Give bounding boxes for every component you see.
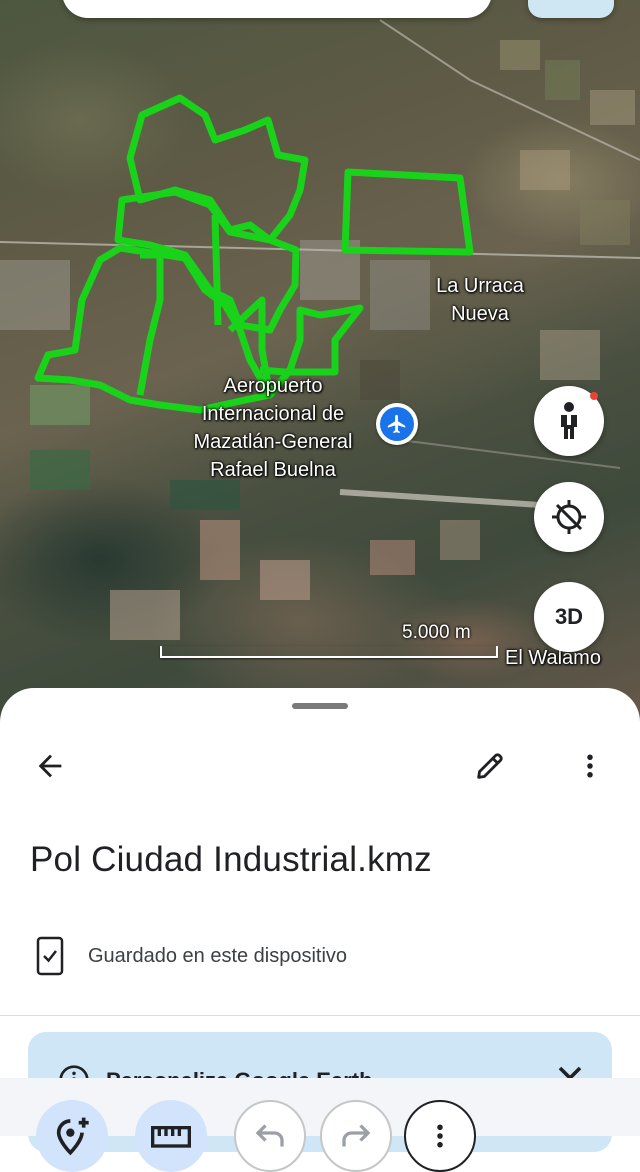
- bottom-sheet: Pol Ciudad Industrial.kmz Guardado en es…: [0, 688, 640, 1152]
- sheet-drag-handle[interactable]: [292, 703, 348, 709]
- redo-icon: [342, 1124, 371, 1147]
- add-placemark-button[interactable]: [36, 1100, 108, 1172]
- street-view-button[interactable]: [534, 386, 604, 456]
- more-options-button[interactable]: [566, 742, 614, 790]
- arrow-left-icon: [38, 754, 62, 778]
- measure-button[interactable]: [135, 1100, 207, 1172]
- more-vert-icon: [437, 1124, 443, 1148]
- layers-card[interactable]: [528, 0, 614, 18]
- scale-bar: [160, 646, 498, 658]
- phone-check-icon: [36, 936, 64, 976]
- undo-button[interactable]: [234, 1100, 306, 1172]
- saved-status-text: Guardado en este dispositivo: [88, 944, 348, 967]
- scale-label: 5.000 m: [402, 622, 471, 643]
- notification-dot: [590, 392, 598, 400]
- back-button[interactable]: [26, 742, 74, 790]
- place-label-la-urraca[interactable]: La Urraca Nueva: [430, 272, 530, 328]
- 3d-toggle-button[interactable]: 3D: [534, 582, 604, 652]
- polygon-outlines: [34, 94, 474, 414]
- drawing-toolbar: [0, 1078, 640, 1172]
- satellite-map[interactable]: La Urraca Nueva Aeropuerto Internacional…: [0, 0, 640, 740]
- airport-pin[interactable]: [376, 403, 418, 445]
- location-off-icon: [552, 500, 586, 534]
- airplane-icon: [387, 414, 406, 434]
- ruler-icon: [151, 1126, 191, 1148]
- search-card[interactable]: [62, 0, 492, 18]
- pegman-icon: [561, 402, 577, 439]
- saved-status-row: Guardado en este dispositivo: [36, 936, 347, 976]
- my-location-button[interactable]: [534, 482, 604, 552]
- file-title: Pol Ciudad Industrial.kmz: [30, 840, 432, 879]
- divider: [0, 1015, 640, 1016]
- toolbar-more-button[interactable]: [404, 1100, 476, 1172]
- more-vert-icon: [587, 754, 593, 778]
- redo-button[interactable]: [320, 1100, 392, 1172]
- place-label-airport[interactable]: Aeropuerto Internacional de Mazatlán-Gen…: [180, 372, 366, 484]
- add-location-icon: [56, 1117, 89, 1156]
- undo-icon: [255, 1124, 284, 1147]
- edit-button[interactable]: [466, 742, 514, 790]
- pencil-icon: [477, 753, 503, 779]
